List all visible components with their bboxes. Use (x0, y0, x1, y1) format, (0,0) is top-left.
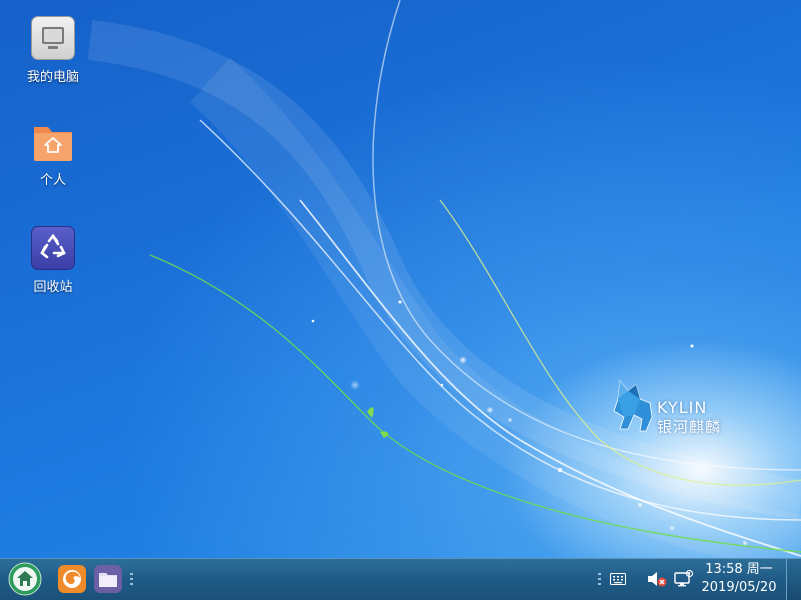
keyboard-icon (610, 573, 626, 585)
kylin-brand-sub: 银河麒麟 (657, 418, 722, 436)
clock-date: 2019/05/20 (701, 580, 777, 595)
tray-handle[interactable] (598, 573, 601, 585)
network-disconnected-icon (674, 570, 694, 587)
taskbar-launcher-file-manager[interactable] (92, 563, 124, 595)
home-folder-icon (32, 121, 74, 163)
desktop-icon-label: 个人 (39, 173, 66, 188)
volume-muted-icon (648, 572, 667, 587)
taskbar: 13:58 周一 2019/05/20 (0, 558, 801, 600)
desktop-icon-home[interactable]: 个人 (8, 121, 98, 188)
desktop-icon-label: 回收站 (33, 280, 73, 295)
trash-icon (31, 226, 75, 270)
desktop-icon-my-computer[interactable]: 我的电脑 (8, 16, 98, 85)
taskbar-handle[interactable] (130, 573, 133, 585)
desktop[interactable]: 我的电脑 个人 回收站 KYLIN 银河麒麟 (0, 0, 801, 558)
clock[interactable]: 13:58 周一 2019/05/20 (696, 561, 782, 597)
tray-keyboard-button[interactable] (606, 563, 630, 595)
tray-volume-button[interactable] (644, 563, 670, 595)
home-start-icon (8, 562, 42, 596)
wallpaper (87, 0, 801, 558)
desktop-icon-trash[interactable]: 回收站 (8, 226, 98, 295)
desktop-icon-label: 我的电脑 (26, 70, 79, 85)
start-menu-button[interactable] (8, 562, 42, 596)
computer-icon (31, 16, 75, 60)
taskbar-launcher-browser[interactable] (56, 563, 88, 595)
kylin-brand: KYLIN (657, 398, 708, 417)
firefox-icon (58, 565, 86, 593)
show-desktop-button[interactable] (786, 559, 801, 600)
tray-network-button[interactable] (672, 563, 696, 595)
clock-time: 13:58 周一 (705, 562, 773, 577)
folder-icon (94, 565, 122, 593)
